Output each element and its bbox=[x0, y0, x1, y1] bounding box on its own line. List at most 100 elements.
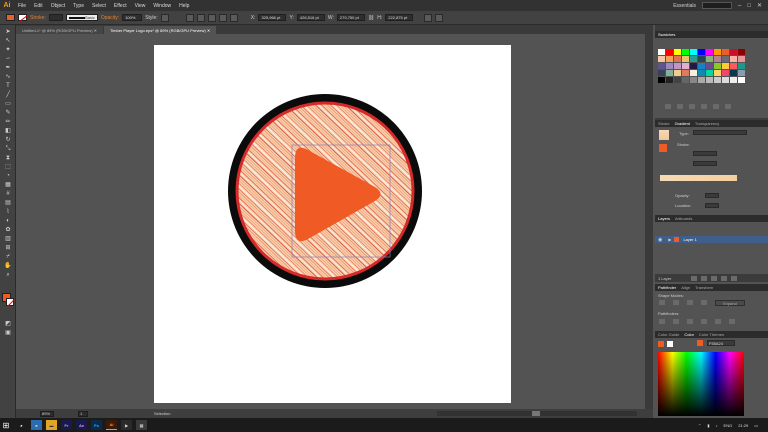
workspace-switcher[interactable]: Essentials bbox=[673, 3, 696, 9]
free-transform-tool-icon[interactable]: ⬚ bbox=[3, 164, 13, 171]
swatch-item[interactable] bbox=[682, 77, 689, 83]
mesh-tool-icon[interactable]: # bbox=[3, 191, 13, 198]
folder-app-icon[interactable]: ▤ bbox=[136, 420, 147, 430]
swatch-item[interactable] bbox=[706, 49, 713, 55]
locate-object-icon[interactable] bbox=[691, 275, 698, 281]
menu-icon[interactable] bbox=[435, 13, 444, 22]
swatch-item[interactable] bbox=[674, 77, 681, 83]
maximize-icon[interactable]: □ bbox=[747, 3, 751, 9]
menu-type[interactable]: Type bbox=[69, 3, 88, 9]
swatch-item[interactable] bbox=[658, 63, 665, 69]
exclude-icon[interactable] bbox=[701, 300, 707, 305]
menu-select[interactable]: Select bbox=[88, 3, 110, 9]
align-left-icon[interactable] bbox=[196, 13, 205, 22]
y-input[interactable]: 426,516 pt bbox=[296, 14, 325, 21]
swatch-item[interactable] bbox=[738, 56, 745, 62]
menu-view[interactable]: View bbox=[131, 3, 150, 9]
swatch-item[interactable] bbox=[666, 56, 673, 62]
minus-back-icon[interactable] bbox=[729, 319, 735, 324]
swatch-item[interactable] bbox=[658, 49, 665, 55]
curvature-tool-icon[interactable]: ∿ bbox=[3, 74, 13, 81]
minimize-icon[interactable]: ‒ bbox=[738, 3, 741, 9]
artboard[interactable] bbox=[154, 45, 511, 403]
swatch-item[interactable] bbox=[714, 49, 721, 55]
intersect-icon[interactable] bbox=[687, 300, 693, 305]
magic-wand-tool-icon[interactable]: ✦ bbox=[3, 47, 13, 54]
status-mode[interactable]: Selection bbox=[154, 411, 170, 416]
paintbrush-tool-icon[interactable]: ✎ bbox=[3, 110, 13, 117]
expand-button[interactable]: Expand bbox=[715, 300, 745, 306]
transform-icon[interactable] bbox=[229, 13, 238, 22]
menu-effect[interactable]: Effect bbox=[110, 3, 131, 9]
windows-start-icon[interactable]: ⊞ bbox=[0, 418, 12, 432]
language-indicator[interactable]: ENG bbox=[724, 423, 733, 428]
color-white-swatch[interactable] bbox=[667, 341, 673, 347]
zoom-tool-icon[interactable]: ⌕ bbox=[3, 272, 13, 279]
new-layer-icon[interactable] bbox=[721, 275, 728, 281]
scale-tool-icon[interactable]: ⤡ bbox=[3, 146, 13, 153]
swatch-item[interactable] bbox=[658, 70, 665, 76]
logo-artwork[interactable] bbox=[154, 45, 511, 403]
tab-transform[interactable]: Transform bbox=[695, 285, 713, 290]
stroke-label[interactable]: Stroke: bbox=[30, 15, 46, 21]
swatch-item[interactable] bbox=[714, 56, 721, 62]
unite-icon[interactable] bbox=[659, 300, 665, 305]
volume-icon[interactable]: ♪ bbox=[716, 423, 718, 428]
opacity-label[interactable]: Opacity: bbox=[101, 15, 119, 21]
new-swatch-icon[interactable] bbox=[713, 104, 719, 109]
tab-color-themes[interactable]: Color Themes bbox=[699, 332, 724, 337]
swatch-item[interactable] bbox=[682, 49, 689, 55]
swatch-item[interactable] bbox=[698, 56, 705, 62]
fill-swatch[interactable] bbox=[6, 14, 15, 21]
tab-color[interactable]: Color bbox=[684, 332, 694, 337]
swatch-library-icon[interactable] bbox=[665, 104, 671, 109]
gradient-thumbnail[interactable] bbox=[659, 130, 669, 140]
stroke-weight-dropdown[interactable] bbox=[48, 14, 63, 21]
align-icon[interactable] bbox=[185, 13, 194, 22]
rotate-tool-icon[interactable]: ↻ bbox=[3, 137, 13, 144]
swatch-item[interactable] bbox=[698, 63, 705, 69]
layer-name[interactable]: Layer 1 bbox=[683, 237, 696, 242]
swatch-options-icon[interactable] bbox=[689, 104, 695, 109]
swatch-item[interactable] bbox=[698, 77, 705, 83]
swatch-item[interactable] bbox=[698, 70, 705, 76]
brush-preview[interactable]: Basic bbox=[65, 14, 98, 21]
swatch-item[interactable] bbox=[706, 63, 713, 69]
search-input[interactable] bbox=[702, 2, 732, 9]
tab-color-guide[interactable]: Color Guide bbox=[658, 332, 679, 337]
color-spectrum[interactable] bbox=[658, 352, 744, 416]
direct-selection-tool-icon[interactable]: ↖ bbox=[3, 38, 13, 45]
gradient-angle-input[interactable] bbox=[693, 151, 717, 156]
swatch-item[interactable] bbox=[738, 70, 745, 76]
notifications-icon[interactable]: ▭ bbox=[754, 423, 758, 428]
swatch-item[interactable] bbox=[690, 63, 697, 69]
pen-tool-icon[interactable]: ✒ bbox=[3, 65, 13, 72]
zoom-input[interactable]: 89% bbox=[40, 410, 54, 417]
illustrator-app-icon[interactable]: Ai bbox=[106, 420, 117, 430]
swatch-item[interactable] bbox=[706, 56, 713, 62]
swatch-item[interactable] bbox=[690, 49, 697, 55]
stroke-color-swatch[interactable] bbox=[6, 298, 15, 307]
tab-transparency[interactable]: Transparency bbox=[695, 121, 719, 126]
tab-gradient[interactable]: Gradient bbox=[675, 121, 690, 126]
minus-front-icon[interactable] bbox=[673, 300, 679, 305]
swatch-item[interactable] bbox=[666, 49, 673, 55]
eyedropper-tool-icon[interactable]: ⌇ bbox=[3, 209, 13, 216]
swatch-item[interactable] bbox=[722, 77, 729, 83]
vertical-scrollbar[interactable] bbox=[645, 34, 653, 409]
gradient-location-input[interactable] bbox=[705, 203, 719, 208]
visibility-icon[interactable]: ◉ bbox=[658, 237, 662, 243]
gradient-type-dropdown[interactable] bbox=[693, 130, 747, 135]
delete-layer-icon[interactable] bbox=[731, 275, 738, 281]
swatch-item[interactable] bbox=[722, 56, 729, 62]
trim-icon[interactable] bbox=[673, 319, 679, 324]
tab-untitled[interactable]: Untitled-1* @ 89% (RGB/GPU Preview) ✕ bbox=[16, 26, 103, 34]
symbol-sprayer-tool-icon[interactable]: ✿ bbox=[3, 227, 13, 234]
menu-window[interactable]: Window bbox=[149, 3, 175, 9]
explorer-app-icon[interactable]: ▬ bbox=[46, 420, 57, 430]
swatch-item[interactable] bbox=[722, 49, 729, 55]
edge-app-icon[interactable]: e bbox=[31, 420, 42, 430]
shape-builder-tool-icon[interactable]: ◔ bbox=[3, 173, 13, 180]
swatch-item[interactable] bbox=[658, 77, 665, 83]
line-tool-icon[interactable]: ╱ bbox=[3, 92, 13, 99]
